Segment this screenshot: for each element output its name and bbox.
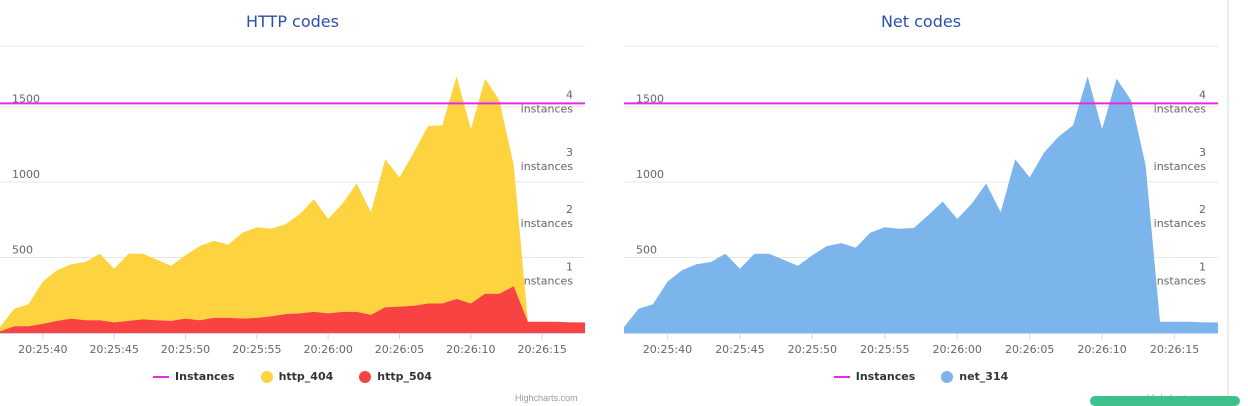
y2-tick-value: 4: [566, 88, 573, 101]
x-tick-label: 20:25:40: [18, 343, 67, 356]
y-tick-label: 500: [12, 243, 33, 256]
y2-tick-unit: instances: [521, 275, 574, 288]
chart-legend: Instances net_314: [624, 370, 1218, 383]
x-tick-label: 20:26:15: [517, 343, 566, 356]
legend-dot-symbol: [359, 370, 372, 383]
y2-tick-value: 1: [1199, 261, 1206, 274]
x-tick-label: 20:26:00: [303, 343, 352, 356]
x-tick-label: 20:25:45: [715, 343, 764, 356]
y2-tick-unit: instances: [521, 160, 574, 173]
legend-label: http_404: [278, 370, 334, 383]
x-tick-label: 20:25:40: [643, 343, 692, 356]
panel-divider: [1227, 0, 1229, 401]
area-series-net_314[interactable]: [624, 76, 1218, 334]
y2-tick-unit: instances: [1154, 275, 1207, 288]
y2-tick-unit: instances: [1154, 217, 1207, 230]
x-tick-label: 20:25:50: [161, 343, 210, 356]
x-tick-label: 20:25:45: [89, 343, 138, 356]
legend-label: Instances: [855, 370, 916, 383]
y2-tick-value: 3: [566, 146, 573, 159]
y-tick-label: 1000: [636, 168, 664, 181]
legend-dot-symbol: [260, 370, 273, 383]
legend-line-symbol: [833, 375, 850, 378]
x-tick-label: 20:26:05: [1005, 343, 1054, 356]
x-tick-label: 20:26:10: [1077, 343, 1126, 356]
y2-tick-value: 3: [1199, 146, 1206, 159]
legend-label: net_314: [959, 370, 1009, 383]
x-tick-label: 20:25:55: [860, 343, 909, 356]
x-tick-label: 20:25:50: [788, 343, 837, 356]
y2-tick-value: 2: [566, 203, 573, 216]
notification-chip[interactable]: [1090, 396, 1240, 406]
y2-tick-unit: instances: [521, 217, 574, 230]
x-tick-label: 20:26:05: [375, 343, 424, 356]
legend-line-symbol: [153, 375, 170, 378]
x-tick-label: 20:25:55: [232, 343, 281, 356]
x-tick-label: 20:26:10: [446, 343, 495, 356]
legend-dot-symbol: [941, 370, 954, 383]
chart-credits-link[interactable]: Highcharts.com: [515, 393, 578, 403]
y-tick-label: 1000: [12, 168, 40, 181]
http-codes-chart-panel: HTTP codes 500 1000 1500 1 instances 2 instanc…: [0, 0, 585, 403]
x-tick-label: 20:26:15: [1150, 343, 1199, 356]
net-codes-chart-panel: Net codes 500 1000 1500 1 instances 2 instance…: [624, 0, 1218, 403]
legend-item-http-504[interactable]: http_504: [359, 370, 432, 383]
y2-tick-value: 2: [1199, 203, 1206, 216]
http-codes-chart: 500100015001instances2instances3instance…: [0, 45, 585, 356]
legend-item-http-404[interactable]: http_404: [260, 370, 334, 383]
x-tick-label: 20:26:00: [933, 343, 982, 356]
y-tick-label: 500: [636, 243, 657, 256]
legend-item-instances[interactable]: Instances: [153, 370, 235, 383]
legend-label: Instances: [175, 370, 235, 383]
y2-tick-value: 1: [566, 261, 573, 274]
area-series-http_404[interactable]: [0, 76, 585, 332]
legend-item-net-314[interactable]: net_314: [941, 370, 1008, 383]
y2-tick-unit: instances: [1154, 160, 1207, 173]
legend-item-instances[interactable]: Instances: [833, 370, 916, 383]
legend-label: http_504: [377, 370, 432, 383]
net-codes-chart: 500100015001instances2instances3instance…: [624, 45, 1218, 356]
chart-legend: Instances http_404 http_504: [0, 370, 585, 383]
y2-tick-value: 4: [1199, 88, 1206, 101]
